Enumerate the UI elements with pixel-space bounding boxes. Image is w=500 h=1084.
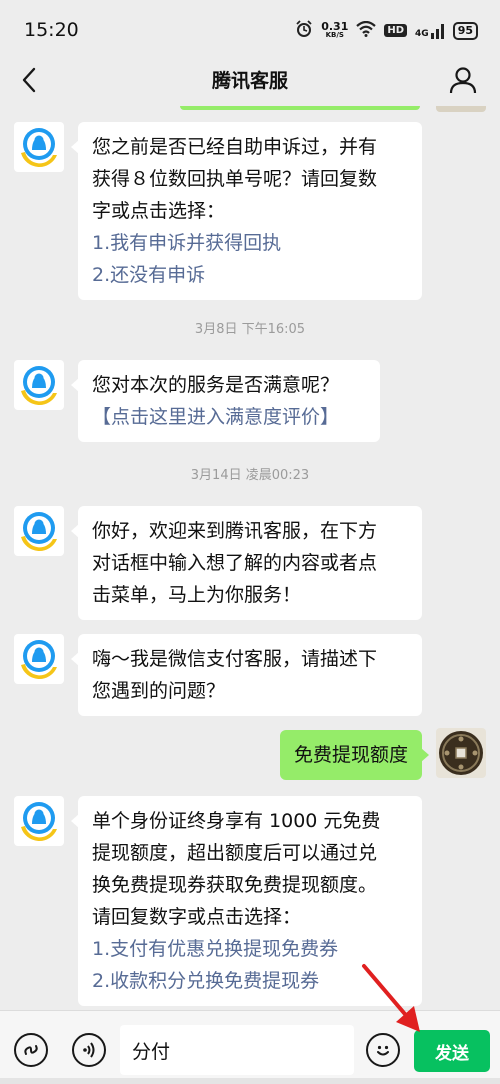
input-bar: 发送 (0, 1010, 500, 1084)
message-bubble: 您对本次的服务是否满意呢？ 【点击这里进入满意度评价】 (71, 360, 380, 442)
service-avatar[interactable] (14, 796, 64, 846)
message-bubble: 嗨～我是微信支付客服，请描述下 您遇到的问题？ (71, 634, 422, 716)
service-avatar-icon (21, 512, 57, 552)
wifi-icon (356, 20, 377, 40)
nav-bar: 腾讯客服 (0, 58, 500, 106)
previous-message-bubble (180, 106, 420, 110)
alarm-icon (295, 20, 313, 41)
mini-program-icon (24, 1045, 38, 1055)
message-line: 对话框中输入想了解的内容或者点 (92, 552, 378, 574)
hd-badge: HD (384, 24, 408, 37)
message-line: 嗨～我是微信支付客服，请描述下 (92, 648, 378, 670)
message-line: 提现额度，超出额度后可以通过兑 (92, 842, 378, 864)
message-line: 免费提现额度 (293, 744, 408, 766)
service-avatar[interactable] (14, 634, 64, 684)
service-avatar-icon (21, 366, 57, 406)
emoji-icon (377, 1045, 389, 1056)
message-bubble: 您之前是否已经自助申诉过，并有 获得８位数回执单号呢？请回复数 字或点击选择： … (71, 122, 422, 300)
service-avatar[interactable] (14, 360, 64, 410)
voice-button[interactable] (72, 1033, 106, 1067)
coin-avatar-icon (439, 731, 483, 775)
battery-icon: 95 (452, 21, 478, 40)
signal-icon: 4G (415, 23, 445, 39)
message-line: 请回复数字或点击选择： (92, 906, 302, 928)
user-avatar[interactable] (436, 728, 486, 778)
user-message-bubble: 免费提现额度 (279, 730, 430, 780)
option-link[interactable]: 1.我有申诉并获得回执 (92, 227, 408, 259)
timestamp: 3月14日 凌晨00:23 (190, 468, 310, 483)
status-time: 15:20 (24, 19, 79, 41)
emoji-button[interactable] (366, 1033, 400, 1067)
previous-user-avatar (436, 106, 486, 112)
timestamp: 3月8日 下午16:05 (194, 322, 306, 337)
satisfaction-link[interactable]: 【点击这里进入满意度评价】 (92, 401, 366, 433)
message-input[interactable] (120, 1025, 354, 1075)
message-bubble: 你好，欢迎来到腾讯客服，在下方 对话框中输入想了解的内容或者点 击菜单，马上为你… (71, 506, 422, 620)
status-bar: 15:20 0.31 KB/S HD 4G 95 (0, 0, 500, 58)
message-bubble: 单个身份证终身享有 1000 元免费 提现额度，超出额度后可以通过兑 换免费提现… (71, 796, 422, 1006)
message-line: 您之前是否已经自助申诉过，并有 (92, 136, 378, 158)
battery-level: 95 (457, 23, 473, 37)
service-avatar[interactable] (14, 506, 64, 556)
chat-title: 腾讯客服 (211, 70, 288, 92)
net-speed: 0.31 KB/S (321, 19, 349, 40)
status-icons: 0.31 KB/S HD 4G 95 (295, 20, 478, 41)
message-line: 你好，欢迎来到腾讯客服，在下方 (92, 520, 378, 542)
service-avatar-icon (21, 128, 57, 168)
message-line: 字或点击选择： (92, 200, 226, 222)
option-link[interactable]: 2.还没有申诉 (92, 259, 408, 291)
voice-icon (83, 1042, 95, 1058)
option-link[interactable]: 1.支付有优惠兑换提现免费券 (92, 933, 408, 965)
send-button[interactable]: 发送 (414, 1030, 490, 1072)
chat-area[interactable]: 您之前是否已经自助申诉过，并有 获得８位数回执单号呢？请回复数 字或点击选择： … (0, 106, 500, 1010)
signal-label: 4G (415, 28, 429, 39)
service-avatar-icon (21, 640, 57, 680)
option-link[interactable]: 2.收款积分兑换免费提现券 (92, 965, 408, 997)
message-line: 单个身份证终身享有 1000 元免费 (92, 810, 381, 832)
profile-icon (449, 67, 477, 94)
profile-button[interactable] (446, 62, 480, 98)
gesture-bar (0, 1078, 500, 1084)
net-speed-value: 0.31 (321, 19, 349, 33)
service-avatar[interactable] (14, 122, 64, 172)
message-line: 获得８位数回执单号呢？请回复数 (92, 168, 378, 190)
message-line: 换免费提现券获取免费提现额度。 (92, 874, 378, 896)
mini-program-button[interactable] (14, 1033, 48, 1067)
message-line: 您遇到的问题？ (92, 680, 226, 702)
message-line: 击菜单，马上为你服务！ (92, 584, 302, 606)
service-avatar-icon (21, 802, 57, 842)
message-line: 您对本次的服务是否满意呢？ (92, 374, 340, 396)
